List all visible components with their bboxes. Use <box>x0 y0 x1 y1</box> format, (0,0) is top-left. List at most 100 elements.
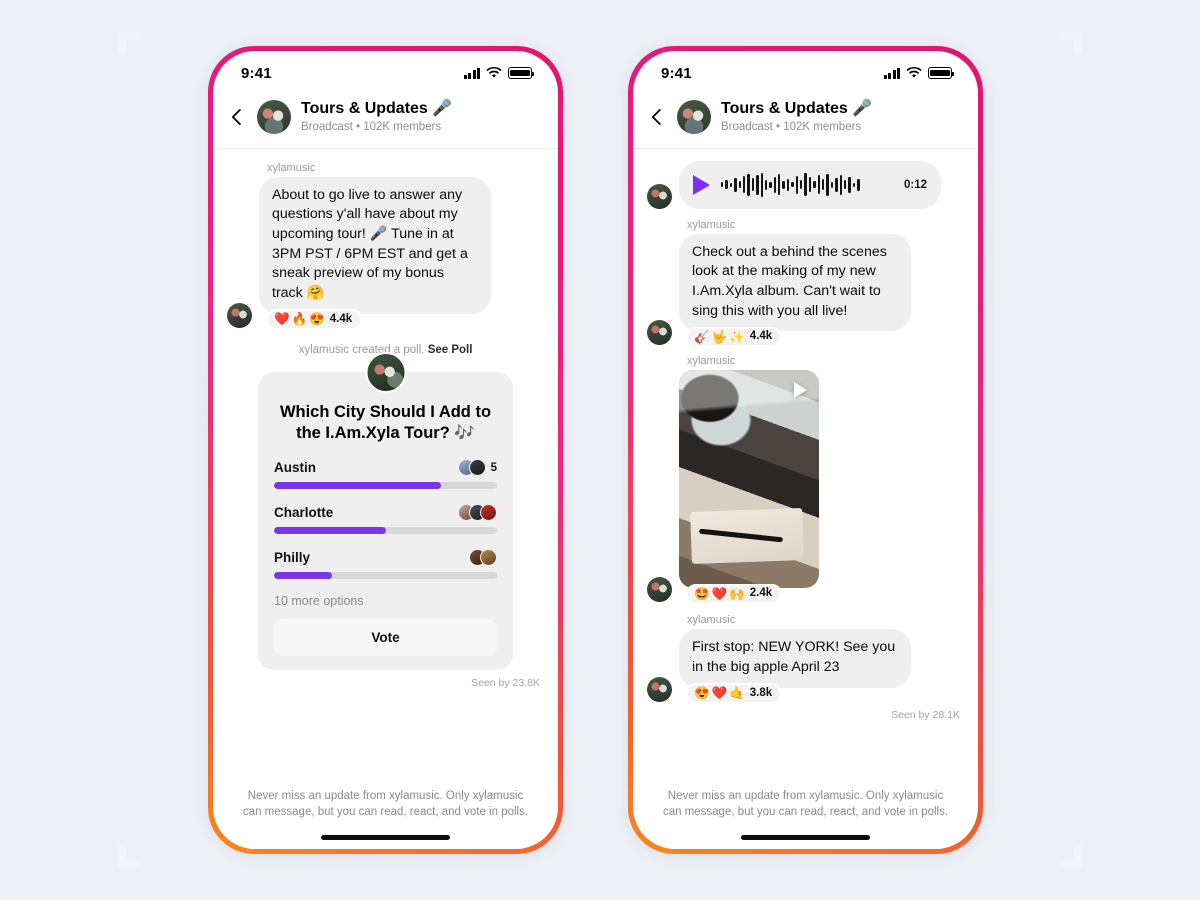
message-bubble[interactable]: First stop: NEW YORK! See you in the big… <box>679 629 911 688</box>
message-sender-handle: xylamusic <box>687 218 736 231</box>
status-bar-time: 9:41 <box>661 64 692 82</box>
status-bar-icons <box>883 67 955 79</box>
reaction-count: 4.4k <box>749 330 773 343</box>
channel-subtitle: Broadcast • 102K members <box>301 121 442 133</box>
wifi-icon <box>486 67 502 78</box>
poll-option-track <box>274 482 497 490</box>
poll-container: Which City Should I Add to the I.Am.Xyla… <box>258 351 513 671</box>
poll-option[interactable]: Austin 5 <box>274 459 497 490</box>
see-poll-link[interactable]: See Poll <box>428 344 473 356</box>
reaction-count: 3.8k <box>749 686 773 699</box>
message-bubble-wrapper: Check out a behind the scenes look at th… <box>679 233 911 348</box>
poll-option[interactable]: Charlotte <box>274 504 497 535</box>
reaction-emoji: ❤️ <box>711 586 728 601</box>
sender-avatar <box>227 302 252 328</box>
message-thread-right: 0:12 xylamusic Check out a behind the sc… <box>633 149 978 774</box>
reaction-pill[interactable]: ❤️ 🔥 😍 4.4k <box>266 309 363 330</box>
reaction-emoji: 🙌 <box>729 586 745 601</box>
vote-button[interactable]: Vote <box>274 619 497 657</box>
voice-note-bubble[interactable]: 0:12 <box>679 160 941 209</box>
channel-avatar[interactable] <box>257 100 291 135</box>
battery-full-icon <box>928 67 955 79</box>
status-bar-icons <box>463 67 535 79</box>
message-bubble-wrapper: About to go live to answer any questions… <box>259 176 491 330</box>
channel-footer-note: Never miss an update from xylamusic. Onl… <box>242 789 529 819</box>
poll-option-label: Charlotte <box>274 505 334 521</box>
poll-card: Which City Should I Add to the I.Am.Xyla… <box>258 371 513 671</box>
poll-option-header: Charlotte <box>274 504 497 522</box>
poll-option-fill <box>274 482 442 490</box>
home-indicator[interactable] <box>213 827 558 849</box>
cellular-signal-icon <box>463 67 480 79</box>
poll-option-voters <box>469 549 497 567</box>
sender-avatar <box>647 320 672 346</box>
poll-option[interactable]: Philly <box>274 549 497 580</box>
wifi-icon <box>906 67 922 78</box>
poll-author-avatar <box>365 351 406 393</box>
poll-question: Which City Should I Add to the I.Am.Xyla… <box>279 402 492 442</box>
audio-waveform[interactable] <box>721 172 893 198</box>
poll-more-options[interactable]: 10 more options <box>274 594 497 608</box>
phone-mockup-right: 9:41 Tours & Updates 🎤 Broadcast • 102K … <box>628 46 983 854</box>
reaction-count: 4.4k <box>329 312 353 325</box>
message-bubble[interactable]: Check out a behind the scenes look at th… <box>679 233 911 332</box>
reaction-pill[interactable]: 🎸 🤟 ✨ 4.4k <box>686 326 783 348</box>
play-icon[interactable] <box>794 382 807 399</box>
seen-by-label: Seen by 23.8K <box>471 677 540 690</box>
reaction-emoji: ✨ <box>729 329 745 344</box>
poll-option-label: Philly <box>274 550 311 566</box>
voice-note-row: 0:12 <box>647 160 964 209</box>
poll-option-label: Austin <box>274 460 316 476</box>
back-chevron-icon[interactable] <box>227 107 247 127</box>
reaction-emoji: ❤️ <box>711 686 728 701</box>
status-bar-time: 9:41 <box>241 64 272 82</box>
video-bubble-wrapper: 🤩 ❤️ 🙌 2.4k <box>679 370 819 605</box>
reaction-emoji: 🤙 <box>729 686 745 701</box>
message-row: First stop: NEW YORK! See you in the big… <box>647 629 964 704</box>
home-indicator[interactable] <box>633 827 978 849</box>
poll-option-track <box>274 572 497 580</box>
reaction-emoji: 🎸 <box>694 329 710 344</box>
battery-full-icon <box>508 67 535 79</box>
poll-notice-text: xylamusic created a poll. <box>298 343 425 356</box>
phone-mockup-left: 9:41 Tours & Updates 🎤 Broadcast • 102K … <box>208 46 563 854</box>
sender-avatar <box>647 676 672 702</box>
sender-avatar <box>647 183 672 209</box>
message-sender-handle: xylamusic <box>687 355 736 368</box>
poll-option-track <box>274 527 497 535</box>
channel-footer-note: Never miss an update from xylamusic. Onl… <box>662 789 949 819</box>
reaction-emoji: ❤️ <box>274 312 290 327</box>
status-bar: 9:41 <box>633 51 978 95</box>
channel-title: Tours & Updates 🎤 <box>301 100 453 117</box>
phone-screen-right: 9:41 Tours & Updates 🎤 Broadcast • 102K … <box>633 51 978 849</box>
reaction-pill[interactable]: 😍 ❤️ 🤙 3.8k <box>686 683 783 704</box>
cellular-signal-icon <box>883 67 900 79</box>
reaction-pill[interactable]: 🤩 ❤️ 🙌 2.4k <box>686 583 783 605</box>
message-sender-handle: xylamusic <box>687 614 736 627</box>
poll-option-count: 5 <box>490 461 497 474</box>
reaction-emoji: 😍 <box>309 312 325 327</box>
channel-subtitle: Broadcast • 102K members <box>721 121 862 133</box>
message-thread-left: xylamusic About to go live to answer any… <box>213 149 558 774</box>
poll-option-header: Philly <box>274 549 497 567</box>
play-icon[interactable] <box>693 174 710 195</box>
message-bubble-wrapper: First stop: NEW YORK! See you in the big… <box>679 629 911 704</box>
back-chevron-icon[interactable] <box>647 107 667 127</box>
voter-avatar <box>468 459 486 477</box>
poll-option-fill <box>274 572 332 580</box>
corner-mark-top-left <box>118 32 140 54</box>
reaction-emoji: 🤩 <box>694 586 710 601</box>
video-attachment[interactable] <box>679 370 819 589</box>
message-bubble[interactable]: About to go live to answer any questions… <box>259 176 491 314</box>
corner-mark-bottom-left <box>118 846 140 868</box>
channel-avatar[interactable] <box>677 100 711 135</box>
video-message-row: 🤩 ❤️ 🙌 2.4k <box>647 370 964 605</box>
corner-mark-bottom-right <box>1060 846 1082 868</box>
chat-header: Tours & Updates 🎤 Broadcast • 102K membe… <box>213 95 558 149</box>
reaction-emoji: 🤟 <box>711 329 728 344</box>
voter-avatar <box>480 504 497 522</box>
channel-info: Tours & Updates 🎤 Broadcast • 102K membe… <box>301 99 452 136</box>
voice-note-duration: 0:12 <box>903 178 927 191</box>
poll-option-voters: 5 <box>457 459 497 477</box>
sender-avatar <box>647 577 672 603</box>
